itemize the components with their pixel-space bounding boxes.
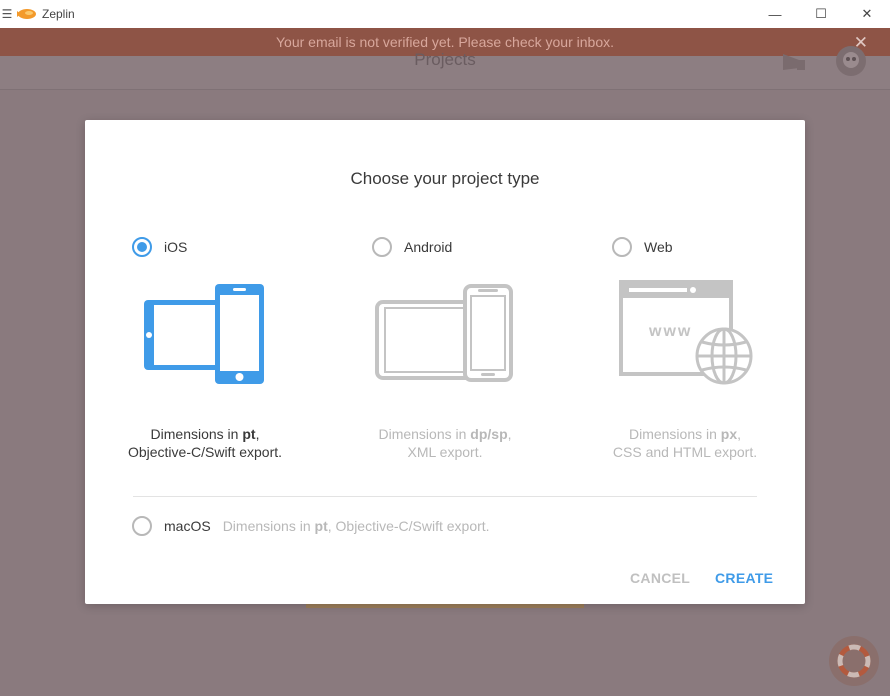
web-description: Dimensions in px, CSS and HTML export. [612, 426, 758, 460]
create-button[interactable]: CREATE [715, 570, 773, 586]
banner-message: Your email is not verified yet. Please c… [276, 34, 614, 50]
ios-radio[interactable] [132, 237, 152, 257]
cancel-button[interactable]: CANCEL [630, 570, 690, 586]
macos-radio[interactable] [132, 516, 152, 536]
option-web[interactable]: Web [612, 236, 673, 258]
avatar-skull-icon [843, 52, 859, 68]
help-button[interactable] [829, 636, 879, 686]
app-title: Zeplin [42, 7, 75, 21]
avatar[interactable] [836, 46, 866, 76]
option-android[interactable]: Android [372, 236, 452, 258]
ios-label: iOS [164, 239, 188, 255]
android-label: Android [404, 239, 453, 255]
android-description: Dimensions in dp/sp, XML export. [378, 426, 512, 460]
page-title: Projects [414, 50, 476, 69]
minimize-button[interactable]: — [752, 0, 798, 28]
close-window-button[interactable]: ✕ [844, 0, 890, 28]
hamburger-icon[interactable]: ☰ [0, 7, 14, 21]
project-type-dialog: Choose your project type iOS Dimensions … [85, 120, 805, 604]
notification-bell-icon[interactable] [779, 50, 807, 74]
divider [133, 496, 757, 497]
web-www-text: www [648, 323, 692, 340]
android-radio[interactable] [372, 237, 392, 257]
web-radio[interactable] [612, 237, 632, 257]
android-device-icon [375, 284, 513, 382]
dialog-title: Choose your project type [350, 169, 540, 188]
option-macos[interactable]: macOS Dimensions in pt, Objective-C/Swif… [132, 515, 490, 537]
macos-label: macOS [164, 518, 211, 534]
option-ios[interactable]: iOS [132, 236, 187, 258]
ios-description: Dimensions in pt, Objective-C/Swift expo… [127, 426, 283, 460]
zeplin-logo-icon [17, 9, 36, 19]
window-controls: — ☐ ✕ [752, 0, 890, 28]
ios-device-icon [144, 284, 264, 384]
web-browser-icon: www [619, 280, 753, 385]
title-bar: ☰ Zeplin — ☐ ✕ [0, 0, 890, 28]
macos-description: Dimensions in pt, Objective-C/Swift expo… [222, 518, 490, 534]
maximize-button[interactable]: ☐ [798, 0, 844, 28]
lifebuoy-icon [837, 644, 871, 678]
web-label: Web [644, 239, 673, 255]
projects-header: Projects [0, 50, 890, 90]
